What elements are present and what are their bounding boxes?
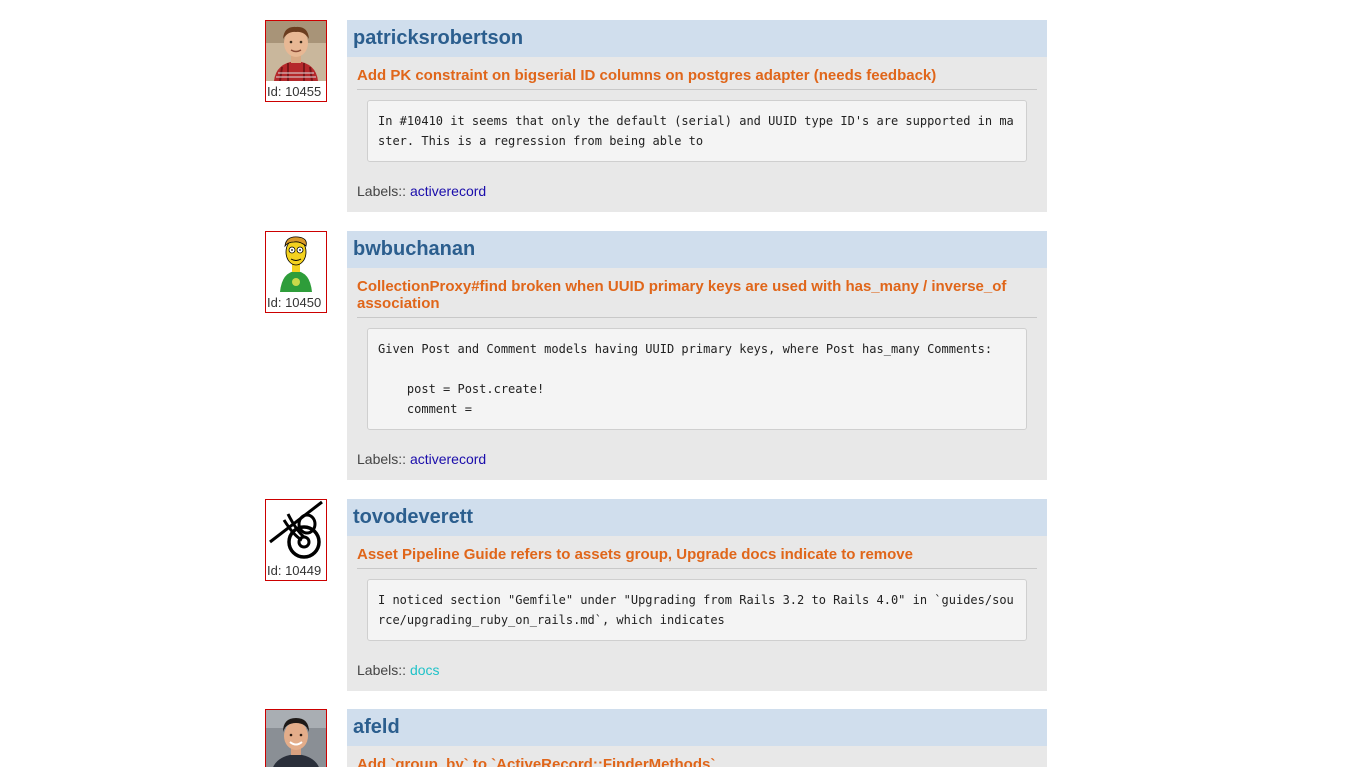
issue-title-link[interactable]: Asset Pipeline Guide refers to assets gr… [357,546,1037,569]
issue-main: Asset Pipeline Guide refers to assets gr… [347,536,1047,691]
labels-prefix: Labels:: [357,662,407,678]
label-link[interactable]: activerecord [410,451,486,467]
user-avatar[interactable] [265,709,327,767]
issue-title-link[interactable]: CollectionProxy#find broken when UUID pr… [357,278,1037,318]
issue-header: afeld [347,709,1047,746]
issue-content: tovodeverett Asset Pipeline Guide refers… [347,499,1047,691]
label-link[interactable]: activerecord [410,183,486,199]
username-link[interactable]: tovodeverett [353,499,473,536]
user-avatar[interactable]: Id: 10455 [265,20,327,102]
issue-body-excerpt: I noticed section "Gemfile" under "Upgra… [367,579,1027,641]
issue-main: CollectionProxy#find broken when UUID pr… [347,268,1047,480]
issue-content: bwbuchanan CollectionProxy#find broken w… [347,231,1047,480]
labels-prefix: Labels:: [357,183,407,199]
issue-id: Id: 10450 [267,295,322,310]
label-link[interactable]: docs [410,662,440,678]
issue-id: Id: 10455 [267,84,322,99]
avatar-cartoon-icon [266,232,326,292]
avatar-photo-icon [266,710,326,767]
user-avatar[interactable]: Id: 10449 [265,499,327,581]
issue-header: bwbuchanan [347,231,1047,268]
username-link[interactable]: afeld [353,709,400,746]
issue-title-link[interactable]: Add PK constraint on bigserial ID column… [357,67,1037,90]
issue-list: Id: 10455 patricksrobertson Add PK const… [0,0,1350,767]
labels-row: Labels:: activerecord [357,162,1037,212]
issue-content: patricksrobertson Add PK constraint on b… [347,20,1047,212]
labels-row: Labels:: activerecord [357,430,1037,480]
issue-title-link[interactable]: Add `group_by` to `ActiveRecord::FinderM… [357,756,1037,767]
issue-header: tovodeverett [347,499,1047,536]
labels-row: Labels:: docs [357,641,1037,691]
labels-prefix: Labels:: [357,451,407,467]
user-avatar[interactable]: Id: 10450 [265,231,327,313]
username-link[interactable]: bwbuchanan [353,231,475,268]
username-link[interactable]: patricksrobertson [353,20,523,57]
issue-main: Add PK constraint on bigserial ID column… [347,57,1047,212]
issue-main: Add `group_by` to `ActiveRecord::FinderM… [347,746,1047,767]
issue-body-excerpt: Given Post and Comment models having UUI… [367,328,1027,430]
issue-id: Id: 10449 [267,563,322,578]
issue-content: afeld Add `group_by` to `ActiveRecord::F… [347,709,1047,767]
avatar-knot-logo-icon [266,500,326,560]
avatar-photo-icon [266,21,326,81]
issue-header: patricksrobertson [347,20,1047,57]
issue-body-excerpt: In #10410 it seems that only the default… [367,100,1027,162]
